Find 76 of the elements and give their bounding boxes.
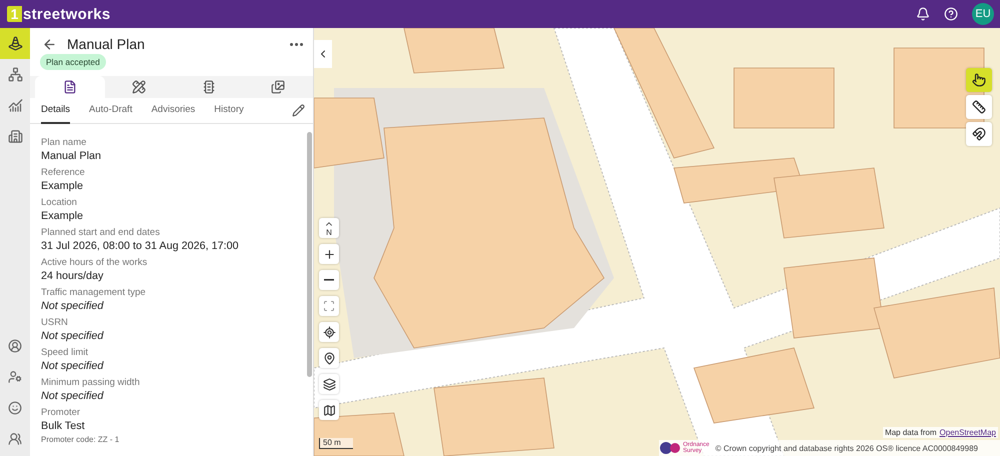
attribution-text: Map data from — [884, 428, 937, 437]
back-button[interactable] — [42, 36, 57, 52]
ruler-icon — [972, 100, 986, 114]
building-icon — [8, 129, 22, 144]
zoom-out-button[interactable] — [319, 270, 339, 290]
field-value: Example — [41, 209, 84, 224]
traffic-cone-icon — [8, 36, 22, 51]
more-button[interactable] — [290, 42, 303, 46]
field-value: Not specified — [41, 299, 105, 314]
field-label: Minimum passing width — [41, 377, 141, 389]
field-label: Reference — [41, 167, 86, 179]
chart-icon — [8, 98, 22, 113]
field-label: Location — [41, 197, 78, 209]
map-tool-button[interactable] — [966, 68, 992, 92]
field-label: Speed limit — [41, 347, 89, 359]
user-circle-icon — [8, 338, 22, 352]
field-value: Bulk Test — [41, 419, 86, 434]
plus-icon — [322, 248, 336, 260]
section-tab[interactable]: Advisories — [151, 98, 196, 124]
users-icon — [8, 432, 22, 446]
pencil-icon — [292, 104, 305, 117]
pin-button[interactable] — [319, 348, 339, 368]
chip-icon — [202, 80, 216, 94]
status-badge: Plan accepted — [40, 54, 106, 70]
user-settings-icon — [8, 370, 22, 384]
document-icon — [62, 80, 77, 94]
compass-button[interactable]: N — [319, 218, 339, 238]
map-scale: 50 m — [319, 438, 353, 449]
map-pin-icon — [322, 352, 336, 364]
map-tool-button[interactable] — [966, 122, 992, 146]
locate-icon — [322, 326, 336, 338]
field-value: Not specified — [41, 389, 105, 404]
zoom-in-button[interactable] — [319, 244, 339, 264]
magnet-icon — [972, 127, 986, 141]
layers-icon — [322, 378, 336, 390]
pencil-ruler-icon — [132, 80, 146, 94]
help-icon[interactable] — [944, 7, 958, 21]
face-icon — [8, 400, 22, 414]
field-label: Promoter — [41, 407, 82, 419]
scrollbar-thumb[interactable] — [306, 132, 312, 377]
map-icon — [322, 404, 336, 416]
plan-title: Manual Plan — [67, 36, 146, 52]
field-value: 24 hours/day — [41, 269, 104, 284]
field-note: Promoter code: ZZ - 1 — [41, 434, 120, 446]
field-label: Traffic management type — [41, 287, 147, 299]
more-icon — [290, 42, 303, 46]
field-value: Not specified — [41, 359, 105, 374]
field-label: USRN — [41, 317, 69, 329]
field-value: 31 Jul 2026, 08:00 to 31 Aug 2026, 17:00 — [41, 239, 240, 254]
field-value: Example — [41, 179, 84, 194]
map-tool-button[interactable] — [966, 95, 992, 119]
network-icon — [8, 67, 22, 82]
basemap-button[interactable] — [319, 400, 339, 420]
openstreetmap-link[interactable]: OpenStreetMap — [940, 428, 996, 437]
field-label: Active hours of the works — [41, 257, 148, 269]
logo-text: streetworks — [23, 6, 111, 22]
field-label: Planned start and end dates — [41, 227, 161, 239]
images-icon — [271, 80, 286, 94]
fit-bounds-button[interactable] — [319, 296, 339, 316]
edit-button[interactable] — [292, 104, 305, 117]
locate-button[interactable] — [319, 322, 339, 342]
hand-pointer-icon — [972, 73, 986, 87]
logo-mark: 1 — [7, 6, 22, 22]
field-label: Plan name — [41, 137, 88, 149]
minus-icon — [324, 279, 334, 281]
notifications-icon[interactable] — [916, 7, 930, 21]
field-value: Manual Plan — [41, 149, 102, 164]
os-logo-icon — [659, 441, 681, 455]
section-tab[interactable]: Auto-Draft — [89, 98, 132, 124]
field-value: Not specified — [41, 329, 105, 344]
frame-icon — [323, 300, 335, 312]
section-tab[interactable]: History — [214, 98, 244, 124]
copyright-text: © Crown copyright and database rights 2026 OS® licence AC0000849989 — [715, 444, 978, 452]
layers-button[interactable] — [319, 374, 339, 394]
section-tab[interactable]: Details — [41, 98, 70, 124]
user-avatar[interactable]: EU — [972, 3, 994, 25]
